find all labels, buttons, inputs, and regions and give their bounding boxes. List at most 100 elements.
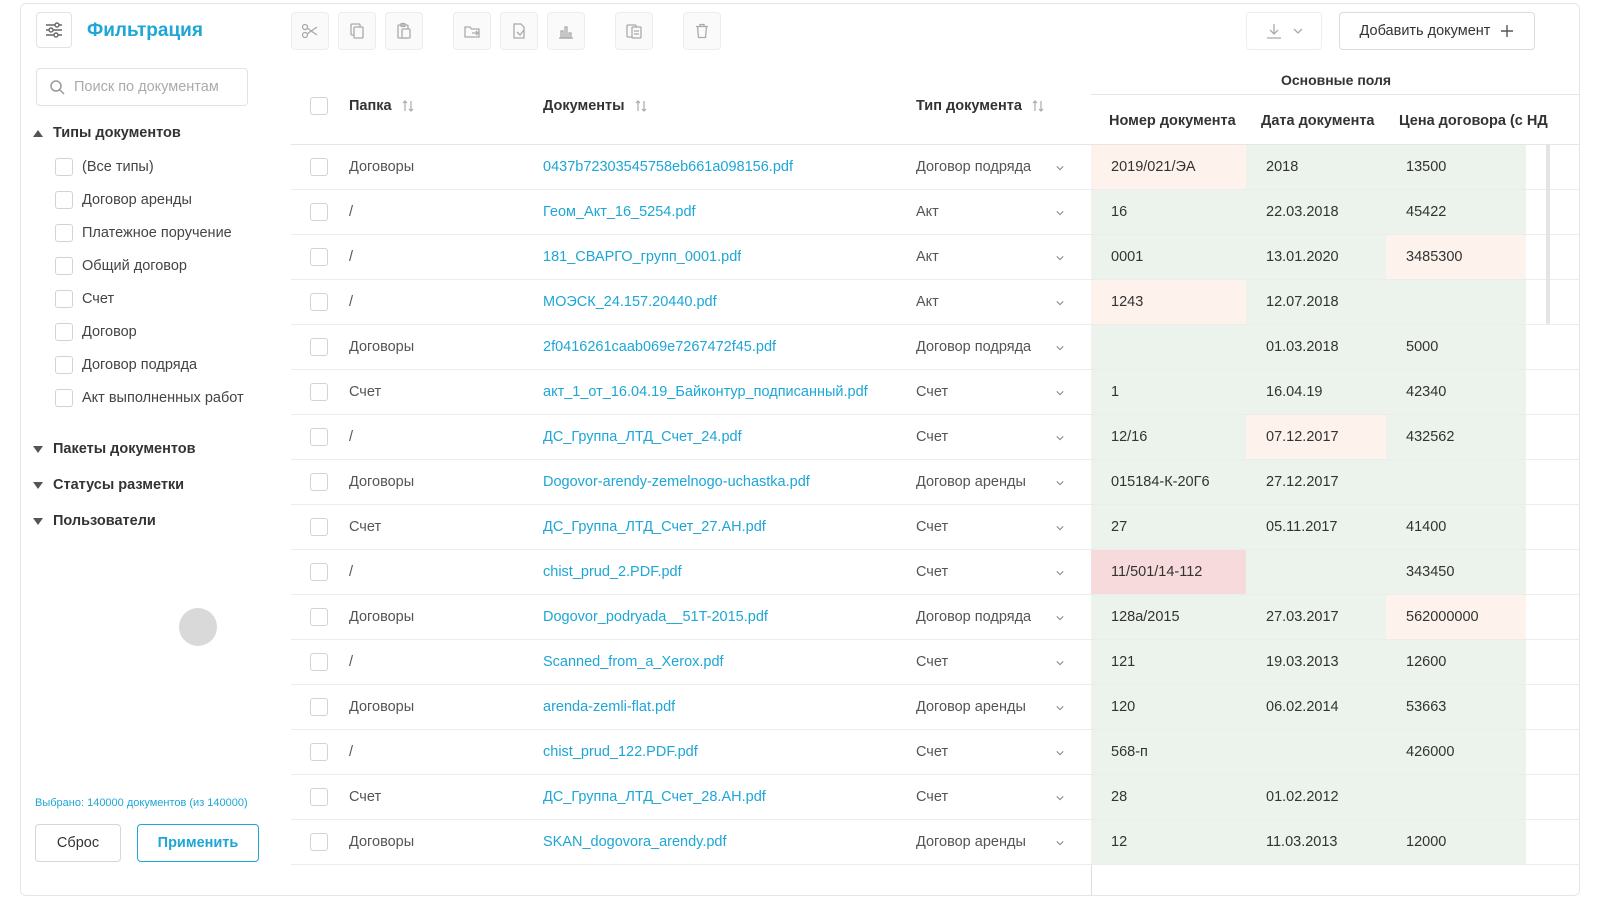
row-checkbox[interactable]: [310, 293, 328, 311]
row-doc-type-select[interactable]: Договор подряда: [916, 145, 1076, 189]
row-doc-date[interactable]: 13.01.2020: [1246, 235, 1386, 279]
cut-button[interactable]: [291, 12, 329, 50]
row-doc-type-select[interactable]: Акт: [916, 190, 1076, 234]
export-button[interactable]: [500, 12, 538, 50]
row-doc-type-select[interactable]: Счет: [916, 505, 1076, 549]
table-row[interactable]: Договоры 2f0416261caab069e7267472f45.pdf Д…: [291, 325, 1579, 370]
select-all-checkbox[interactable]: [310, 97, 328, 115]
table-row[interactable]: Договоры 0437b72303545758eb661a098156.pdf…: [291, 145, 1579, 190]
row-contract-price[interactable]: 343450: [1386, 550, 1526, 594]
doc-type-checkbox[interactable]: [55, 389, 73, 407]
row-document-link[interactable]: Scanned_from_a_Xerox.pdf: [543, 640, 724, 684]
table-row[interactable]: / 181_СВАРГО_групп_0001.pdf Акт 0001 13.01.2…: [291, 235, 1579, 280]
group-doc-types[interactable]: Типы документов: [33, 125, 181, 141]
row-checkbox[interactable]: [310, 338, 328, 356]
row-contract-price[interactable]: 426000: [1386, 730, 1526, 774]
doc-type-filter-item[interactable]: Акт выполненных работ: [55, 389, 244, 407]
duplicate-button[interactable]: [615, 12, 653, 50]
row-doc-type-select[interactable]: Акт: [916, 235, 1076, 279]
row-document-link[interactable]: 2f0416261caab069e7267472f45.pdf: [543, 325, 776, 369]
row-doc-type-select[interactable]: Договор аренды: [916, 460, 1076, 504]
row-doc-date[interactable]: 27.12.2017: [1246, 460, 1386, 504]
table-scrollbar[interactable]: [1546, 144, 1550, 324]
row-checkbox[interactable]: [310, 518, 328, 536]
row-document-link[interactable]: 0437b72303545758eb661a098156.pdf: [543, 145, 793, 189]
row-document-link[interactable]: акт_1_от_16.04.19_Байконтур_подписанный.…: [543, 370, 868, 414]
table-row[interactable]: Договоры SKAN_dogovora_arendy.pdf Договор …: [291, 820, 1579, 865]
row-doc-type-select[interactable]: Договор подряда: [916, 595, 1076, 639]
row-doc-type-select[interactable]: Договор аренды: [916, 820, 1076, 864]
row-contract-price[interactable]: [1386, 280, 1526, 324]
row-doc-number[interactable]: 27: [1091, 505, 1246, 549]
stats-button[interactable]: [547, 12, 585, 50]
row-document-link[interactable]: Dogovor_podryada__51T-2015.pdf: [543, 595, 768, 639]
row-doc-number[interactable]: 128a/2015: [1091, 595, 1246, 639]
row-contract-price[interactable]: 12600: [1386, 640, 1526, 684]
row-document-link[interactable]: SKAN_dogovora_arendy.pdf: [543, 820, 727, 864]
row-document-link[interactable]: Dogovor-arendy-zemelnogo-uchastka.pdf: [543, 460, 810, 504]
row-contract-price[interactable]: 42340: [1386, 370, 1526, 414]
row-contract-price[interactable]: 562000000: [1386, 595, 1526, 639]
row-checkbox[interactable]: [310, 833, 328, 851]
reset-button[interactable]: Сброс: [35, 824, 121, 862]
row-doc-date[interactable]: [1246, 730, 1386, 774]
row-doc-date[interactable]: 07.12.2017: [1246, 415, 1386, 459]
row-doc-date[interactable]: 11.03.2013: [1246, 820, 1386, 864]
delete-button[interactable]: [683, 12, 721, 50]
row-checkbox[interactable]: [310, 428, 328, 446]
doc-type-checkbox[interactable]: [55, 257, 73, 275]
row-contract-price[interactable]: 45422: [1386, 190, 1526, 234]
row-contract-price[interactable]: 12000: [1386, 820, 1526, 864]
row-checkbox[interactable]: [310, 563, 328, 581]
row-doc-date[interactable]: [1246, 550, 1386, 594]
table-row[interactable]: Договоры Dogovor_podryada__51T-2015.pdf До…: [291, 595, 1579, 640]
download-dropdown[interactable]: [1246, 12, 1322, 50]
row-doc-type-select[interactable]: Счет: [916, 370, 1076, 414]
table-row[interactable]: Договоры Dogovor-arendy-zemelnogo-uchastk…: [291, 460, 1579, 505]
row-document-link[interactable]: arenda-zemli-flat.pdf: [543, 685, 675, 729]
table-row[interactable]: / Scanned_from_a_Xerox.pdf Счет 121 19.03.20…: [291, 640, 1579, 685]
row-doc-type-select[interactable]: Счет: [916, 775, 1076, 819]
doc-type-filter-item[interactable]: (Все типы): [55, 158, 154, 176]
row-checkbox[interactable]: [310, 788, 328, 806]
row-doc-number[interactable]: 11/501/14-112: [1091, 550, 1246, 594]
row-checkbox[interactable]: [310, 158, 328, 176]
paste-button[interactable]: [385, 12, 423, 50]
row-doc-date[interactable]: 2018: [1246, 145, 1386, 189]
row-document-link[interactable]: ДС_Группа_ЛТД_Счет_24.pdf: [543, 415, 742, 459]
row-doc-date[interactable]: 12.07.2018: [1246, 280, 1386, 324]
header-contract-price[interactable]: Цена договора (с НД: [1399, 96, 1579, 145]
row-document-link[interactable]: МОЭСК_24.157.20440.pdf: [543, 280, 717, 324]
row-doc-type-select[interactable]: Счет: [916, 550, 1076, 594]
row-doc-number[interactable]: 015184-К-20Г6: [1091, 460, 1246, 504]
row-doc-date[interactable]: 06.02.2014: [1246, 685, 1386, 729]
row-doc-date[interactable]: 01.02.2012: [1246, 775, 1386, 819]
row-doc-number[interactable]: 121: [1091, 640, 1246, 684]
row-doc-date[interactable]: 05.11.2017: [1246, 505, 1386, 549]
row-doc-type-select[interactable]: Договор подряда: [916, 325, 1076, 369]
table-row[interactable]: Договоры arenda-zemli-flat.pdf Договор аре…: [291, 685, 1579, 730]
doc-type-checkbox[interactable]: [55, 158, 73, 176]
add-document-button[interactable]: Добавить документ: [1339, 12, 1535, 50]
row-doc-number[interactable]: 16: [1091, 190, 1246, 234]
doc-type-filter-item[interactable]: Общий договор: [55, 257, 187, 275]
row-doc-type-select[interactable]: Счет: [916, 415, 1076, 459]
row-doc-date[interactable]: 22.03.2018: [1246, 190, 1386, 234]
row-doc-date[interactable]: 01.03.2018: [1246, 325, 1386, 369]
table-row[interactable]: Счет акт_1_от_16.04.19_Байконтур_подписан…: [291, 370, 1579, 415]
row-contract-price[interactable]: [1386, 460, 1526, 504]
row-contract-price[interactable]: 3485300: [1386, 235, 1526, 279]
document-search-input[interactable]: Поиск по документам: [36, 68, 248, 106]
row-doc-number[interactable]: 28: [1091, 775, 1246, 819]
row-contract-price[interactable]: 5000: [1386, 325, 1526, 369]
row-doc-date[interactable]: 19.03.2013: [1246, 640, 1386, 684]
row-doc-number[interactable]: 1: [1091, 370, 1246, 414]
header-doc-number[interactable]: Номер документа: [1109, 96, 1236, 145]
doc-type-filter-item[interactable]: Счет: [55, 290, 114, 308]
doc-type-filter-item[interactable]: Платежное поручение: [55, 224, 232, 242]
row-document-link[interactable]: 181_СВАРГО_групп_0001.pdf: [543, 235, 741, 279]
row-checkbox[interactable]: [310, 698, 328, 716]
table-row[interactable]: Счет ДС_Группа_ЛТД_Счет_28.АН.pdf Счет 28 01…: [291, 775, 1579, 820]
row-contract-price[interactable]: [1386, 775, 1526, 819]
row-doc-date[interactable]: 16.04.19: [1246, 370, 1386, 414]
